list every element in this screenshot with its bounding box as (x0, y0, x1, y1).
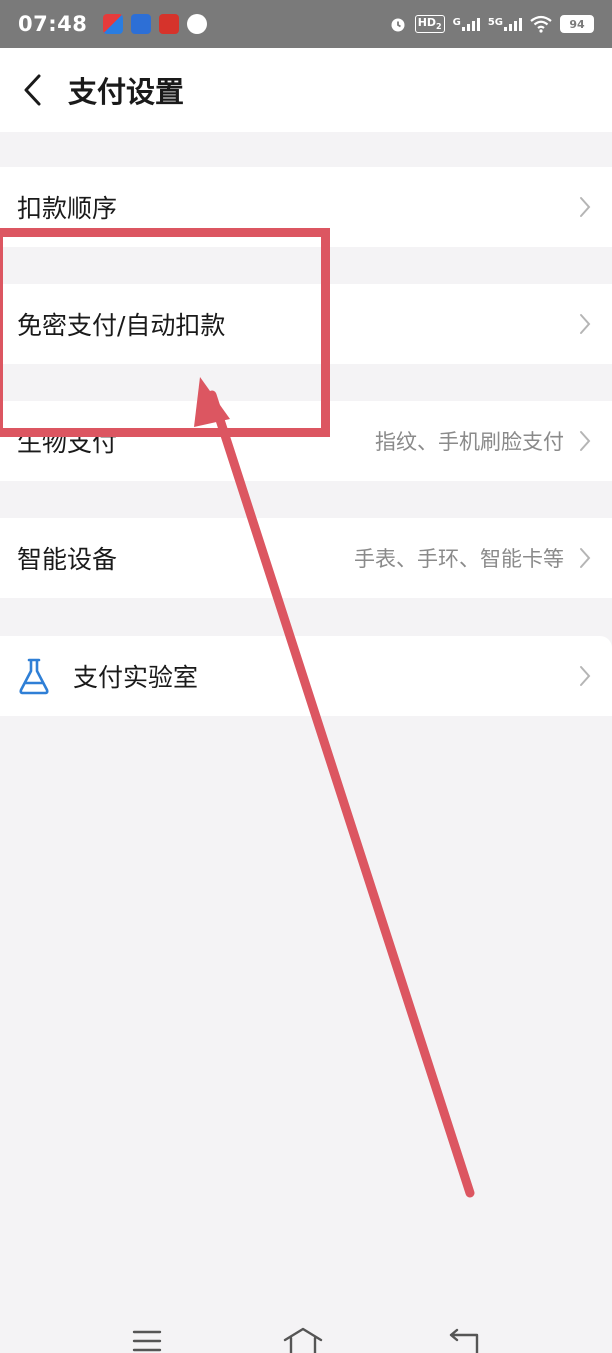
row-label: 生物支付 (17, 428, 118, 457)
header-bar: 支付设置 (0, 48, 612, 132)
chevron-right-icon (580, 666, 591, 686)
shopping-app-icon (159, 14, 180, 34)
row-label: 支付实验室 (73, 663, 199, 692)
status-indicators: HD2 G 5G 94 (389, 15, 594, 33)
row-value: 指纹、手机刷脸支付 (375, 430, 564, 454)
menu-icon (132, 1330, 162, 1352)
signal-bars-icon (504, 17, 522, 31)
menu-nav-button[interactable] (127, 1326, 167, 1353)
home-icon (283, 1327, 323, 1353)
notification-icons (103, 14, 208, 34)
signal-2: 5G (488, 17, 522, 31)
row-biometric-payment[interactable]: 生物支付 指纹、手机刷脸支付 (0, 401, 612, 481)
back-button[interactable] (0, 48, 64, 132)
baidu-app-icon (131, 14, 152, 34)
flask-icon (19, 658, 49, 695)
signal-bars-icon (461, 17, 480, 31)
chevron-left-icon (24, 74, 41, 106)
video-app-icon (103, 14, 124, 34)
row-label: 扣款顺序 (17, 194, 118, 223)
row-deduction-order[interactable]: 扣款顺序 (0, 167, 612, 247)
chevron-right-icon (580, 431, 591, 451)
return-icon (449, 1328, 479, 1353)
hd-badge: HD2 (414, 15, 445, 33)
alarm-icon (391, 18, 405, 32)
chevron-right-icon (580, 548, 591, 568)
status-time: 07:48 (18, 12, 88, 36)
row-auto-debit[interactable]: 免密支付/自动扣款 (0, 284, 612, 364)
system-nav-bar (0, 1318, 612, 1353)
page-title: 支付设置 (68, 75, 185, 109)
chevron-right-icon (580, 197, 591, 217)
home-nav-button[interactable] (283, 1326, 323, 1353)
back-nav-button[interactable] (445, 1326, 485, 1353)
chevron-right-icon (580, 314, 591, 334)
row-payment-lab[interactable]: 支付实验室 (0, 636, 612, 716)
row-smart-device[interactable]: 智能设备 手表、手环、智能卡等 (0, 518, 612, 598)
row-value: 手表、手环、智能卡等 (354, 547, 564, 571)
row-label: 智能设备 (17, 545, 118, 574)
status-bar: 07:48 HD2 G 5G 94 (0, 0, 612, 48)
wifi-icon (530, 15, 552, 33)
signal-1: G (453, 17, 480, 31)
row-label: 免密支付/自动扣款 (17, 311, 226, 340)
speedometer-app-icon (187, 14, 208, 34)
battery-indicator: 94 (560, 15, 594, 33)
